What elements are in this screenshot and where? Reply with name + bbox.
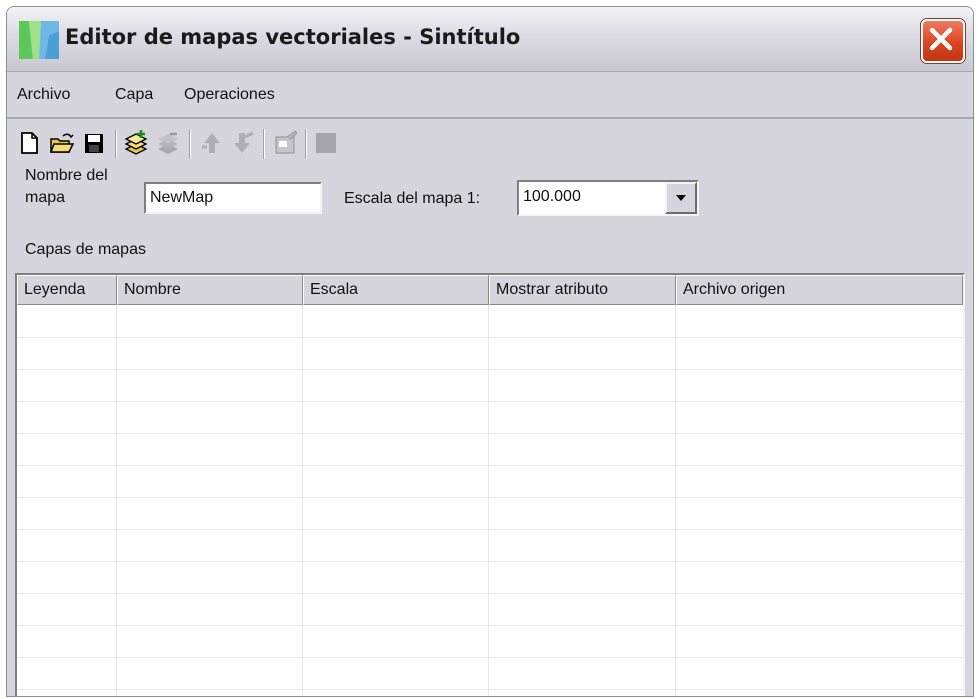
- layers-label: Capas de mapas: [25, 241, 146, 258]
- toolbar-separator: [189, 129, 191, 159]
- move-down-icon[interactable]: [229, 129, 255, 157]
- toolbar-separator: [115, 129, 117, 159]
- grid-line: [17, 433, 963, 434]
- save-disk-icon[interactable]: [81, 129, 107, 157]
- layers-table[interactable]: Leyenda Nombre Escala Mostrar atributo A…: [15, 273, 965, 696]
- column-header-archivo-origen[interactable]: Archivo origen: [676, 275, 963, 305]
- map-name-input[interactable]: [144, 182, 322, 214]
- editor-window: Editor de mapas vectoriales - Sintítulo …: [6, 6, 974, 697]
- title-bar[interactable]: Editor de mapas vectoriales - Sintítulo: [7, 7, 973, 72]
- window-title: Editor de mapas vectoriales - Sintítulo: [65, 25, 521, 49]
- map-app-icon: [19, 21, 59, 59]
- grid-line: [302, 305, 303, 696]
- scale-dropdown-button[interactable]: [665, 182, 697, 214]
- properties-icon[interactable]: [273, 129, 299, 157]
- grid-line: [17, 401, 963, 402]
- move-up-icon[interactable]: [199, 129, 225, 157]
- remove-layer-icon[interactable]: [155, 129, 181, 157]
- chevron-down-icon: [676, 195, 686, 201]
- menu-capa[interactable]: Capa: [115, 86, 153, 104]
- column-header-leyenda[interactable]: Leyenda: [17, 275, 117, 305]
- grid-line: [17, 593, 963, 594]
- column-header-escala[interactable]: Escala: [303, 275, 489, 305]
- grid-line: [17, 497, 963, 498]
- grid-line: [17, 561, 963, 562]
- menu-bar: Archivo Capa Operaciones: [7, 72, 973, 119]
- map-name-label-line2: mapa: [25, 189, 66, 206]
- toolbar-separator: [305, 129, 307, 159]
- grid-line: [17, 657, 963, 658]
- menu-archivo[interactable]: Archivo: [17, 86, 70, 104]
- grid-line: [675, 305, 676, 696]
- grid-line: [17, 369, 963, 370]
- add-layer-icon[interactable]: [123, 129, 149, 157]
- grid-line: [17, 625, 963, 626]
- table-body[interactable]: [17, 305, 963, 696]
- toolbar-separator: [263, 129, 265, 159]
- close-icon: [929, 27, 953, 51]
- scale-value: 100.000: [523, 188, 581, 205]
- column-header-mostrar-atributo[interactable]: Mostrar atributo: [489, 275, 676, 305]
- scale-dropdown[interactable]: 100.000: [517, 180, 699, 216]
- grid-line: [17, 689, 963, 690]
- close-button[interactable]: [921, 19, 965, 63]
- grid-line: [488, 305, 489, 696]
- grid-line: [17, 529, 963, 530]
- grid-line: [17, 465, 963, 466]
- grid-line: [116, 305, 117, 696]
- scale-label: Escala del mapa 1:: [344, 190, 481, 207]
- new-file-icon[interactable]: [17, 129, 43, 157]
- open-folder-icon[interactable]: [49, 129, 75, 157]
- grid-line: [17, 337, 963, 338]
- table-header: Leyenda Nombre Escala Mostrar atributo A…: [17, 275, 963, 305]
- menu-operaciones[interactable]: Operaciones: [184, 86, 275, 104]
- map-name-label-line1: Nombre del: [25, 167, 108, 184]
- column-header-nombre[interactable]: Nombre: [117, 275, 303, 305]
- toolbar-area: Nombre del mapa Escala del mapa 1: 100.0…: [7, 119, 973, 269]
- color-swatch-icon[interactable]: [313, 129, 339, 157]
